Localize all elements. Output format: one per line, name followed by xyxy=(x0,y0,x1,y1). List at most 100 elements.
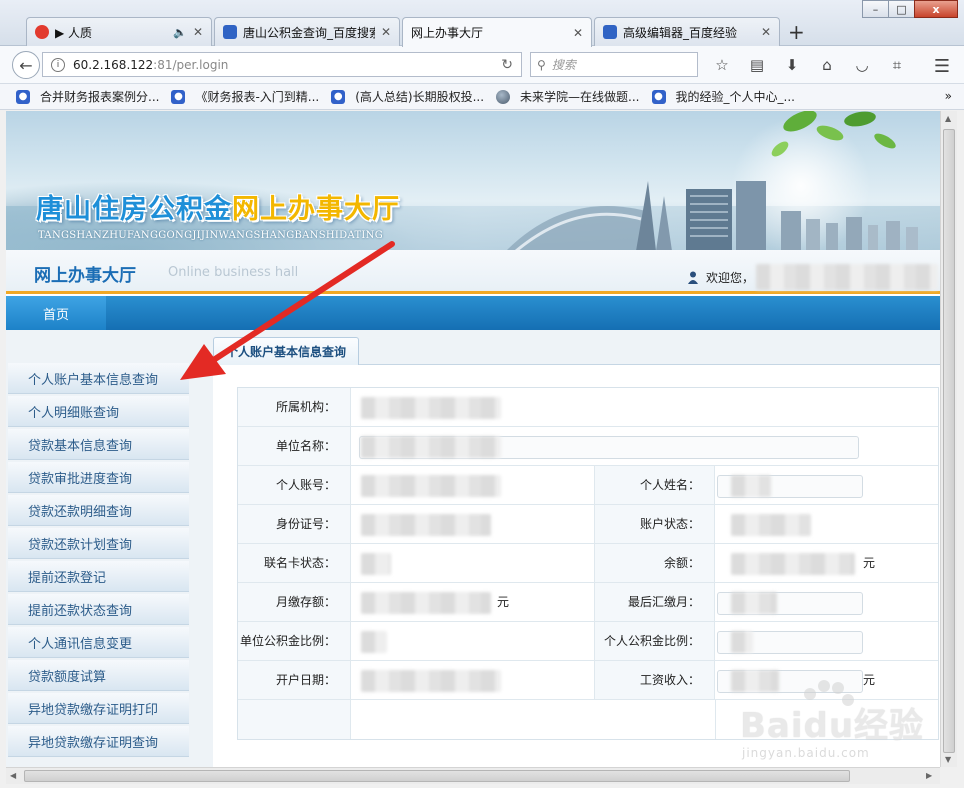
tab-account-info[interactable]: 个人账户基本信息查询 xyxy=(213,337,360,366)
form-row: 单位公积金比例： 个人公积金比例： xyxy=(238,622,938,661)
bookmark-label: 《财务报表-入门到精... xyxy=(195,90,320,104)
hall-english-title: Online business hall xyxy=(168,265,299,280)
paw-icon xyxy=(223,25,237,39)
form-row: 所属机构： xyxy=(238,388,938,427)
watermark-url: jingyan.baidu.com xyxy=(742,746,870,760)
close-icon[interactable]: ✕ xyxy=(761,25,771,39)
sidebar-item-loan-info[interactable]: 贷款基本信息查询 xyxy=(8,429,189,460)
scroll-right-icon[interactable]: ▶ xyxy=(926,771,932,780)
tab-label: ▶ 人质 xyxy=(55,25,93,40)
tab-label: 高级编辑器_百度经验 xyxy=(623,25,738,40)
value-open-date xyxy=(351,661,595,699)
paw-icon: ● xyxy=(331,89,346,104)
label-name: 个人姓名： xyxy=(595,466,715,504)
sidebar-item-loan-calculator[interactable]: 贷款额度试算 xyxy=(8,660,189,691)
new-tab-button[interactable]: + xyxy=(788,20,805,44)
horizontal-scroll-thumb[interactable] xyxy=(24,770,850,782)
toolbar-icons: ☆ ▤ ⬇ ⌂ ◡ ⌗ xyxy=(708,54,918,76)
scroll-down-icon[interactable]: ▼ xyxy=(945,755,951,764)
sidebar-item-repayment-plan[interactable]: 贷款还款计划查询 xyxy=(8,528,189,559)
banner-title-highlight: 网上办事大厅 xyxy=(232,194,400,225)
close-window-button[interactable]: x xyxy=(914,0,958,18)
crop-icon[interactable]: ⌗ xyxy=(883,54,911,76)
star-bookmark-icon[interactable]: ☆ xyxy=(708,54,736,76)
close-icon[interactable]: ✕ xyxy=(193,25,203,39)
bookmark-item[interactable]: ● 我的经验_个人中心_... xyxy=(651,88,795,105)
paw-icon: ● xyxy=(171,89,186,104)
label-monthly: 月缴存额： xyxy=(238,583,351,621)
label-salary: 工资收入： xyxy=(595,661,715,699)
sidebar-item-contact-change[interactable]: 个人通讯信息变更 xyxy=(8,627,189,658)
redacted-value xyxy=(361,670,501,692)
redacted-value xyxy=(361,475,501,497)
bookmark-label: 未来学院—在线做题... xyxy=(520,90,640,104)
label-open-date: 开户日期： xyxy=(238,661,351,699)
vertical-scroll-thumb[interactable] xyxy=(943,129,955,753)
url-host: 60.2.168.122 xyxy=(73,57,154,72)
welcome-text: 欢迎您， xyxy=(706,270,755,285)
value-personal-ratio xyxy=(715,622,938,660)
close-icon[interactable]: ✕ xyxy=(381,25,391,39)
hamburger-menu-icon[interactable]: ☰ xyxy=(934,56,950,77)
bookmarks-overflow-button[interactable]: » xyxy=(945,89,952,103)
sidebar-item-remote-proof-print[interactable]: 异地贷款缴存证明打印 xyxy=(8,693,189,724)
maximize-button[interactable]: □ xyxy=(888,0,915,18)
search-input[interactable] xyxy=(551,57,682,72)
sidebar-item-loan-approval[interactable]: 贷款审批进度查询 xyxy=(8,462,189,493)
sidebar-item-account-info[interactable]: 个人账户基本信息查询 xyxy=(8,363,189,394)
value-company xyxy=(351,427,938,465)
nav-home-tab[interactable]: 首页 xyxy=(6,296,106,330)
back-button[interactable]: ← xyxy=(12,51,40,79)
bookmark-item[interactable]: ● (高人总结)长期股权投... xyxy=(331,88,484,105)
value-balance: 元 xyxy=(715,544,938,582)
url-path: :81/per.login xyxy=(153,57,229,72)
paw-icon xyxy=(603,25,617,39)
minimize-button[interactable]: – xyxy=(862,0,889,18)
bookmark-item[interactable]: 未来学院—在线做题... xyxy=(496,88,640,105)
sidebar-item-ledger[interactable]: 个人明细账查询 xyxy=(8,396,189,427)
window-controls: – □ x xyxy=(862,0,958,18)
redacted-value xyxy=(731,553,855,575)
address-bar[interactable]: i 60.2.168.122:81/per.login ↻ xyxy=(42,52,522,77)
speaker-icon[interactable]: 🔈 xyxy=(173,26,187,39)
vertical-scrollbar[interactable]: ▲ ▼ xyxy=(940,111,957,767)
download-icon[interactable]: ⬇ xyxy=(778,54,806,76)
redacted-value xyxy=(361,397,501,419)
browser-tab-bar: ▶ 人质 🔈 ✕ 唐山公积金查询_百度搜索 ✕ 网上办事大厅 ✕ 高级编辑器_百… xyxy=(0,0,964,47)
browser-tab-active[interactable]: 网上办事大厅 ✕ xyxy=(402,17,592,47)
browser-nav-bar: ← i 60.2.168.122:81/per.login ↻ ⚲ ☆ ▤ ⬇ … xyxy=(0,46,964,84)
label-org: 所属机构： xyxy=(238,388,351,426)
tab-label: 唐山公积金查询_百度搜索 xyxy=(243,25,375,40)
value-card-status xyxy=(351,544,595,582)
bookmark-item[interactable]: ● 合并财务报表案例分... xyxy=(16,88,159,105)
pocket-icon[interactable]: ◡ xyxy=(848,54,876,76)
scroll-left-icon[interactable]: ◀ xyxy=(10,771,16,780)
reload-icon[interactable]: ↻ xyxy=(501,57,513,73)
label-last-month: 最后汇缴月： xyxy=(595,583,715,621)
sidebar-item-repayment-detail[interactable]: 贷款还款明细查询 xyxy=(8,495,189,526)
sidebar-item-remote-proof-query[interactable]: 异地贷款缴存证明查询 xyxy=(8,726,189,757)
search-box[interactable]: ⚲ xyxy=(530,52,698,77)
hall-title: 网上办事大厅 xyxy=(34,266,136,286)
scroll-up-icon[interactable]: ▲ xyxy=(945,114,951,123)
label-personal-ratio: 个人公积金比例： xyxy=(595,622,715,660)
home-icon[interactable]: ⌂ xyxy=(813,54,841,76)
globe-icon xyxy=(496,89,511,104)
label-card-status: 联名卡状态： xyxy=(238,544,351,582)
sidebar-item-prepay-status[interactable]: 提前还款状态查询 xyxy=(8,594,189,625)
close-icon[interactable]: ✕ xyxy=(573,26,583,40)
redacted-value xyxy=(731,514,811,536)
reading-list-icon[interactable]: ▤ xyxy=(743,54,771,76)
user-icon xyxy=(688,271,698,284)
browser-tab[interactable]: ▶ 人质 🔈 ✕ xyxy=(26,17,212,46)
welcome-user: 欢迎您， xyxy=(688,264,939,290)
url-text[interactable]: 60.2.168.122:81/per.login xyxy=(73,58,493,72)
form-row: 单位名称： xyxy=(238,427,938,466)
info-icon[interactable]: i xyxy=(51,57,65,72)
browser-tab[interactable]: 唐山公积金查询_百度搜索 ✕ xyxy=(214,17,400,46)
browser-tab[interactable]: 高级编辑器_百度经验 ✕ xyxy=(594,17,780,46)
bookmark-item[interactable]: ● 《财务报表-入门到精... xyxy=(171,88,319,105)
paw-icon: ● xyxy=(16,89,30,104)
banner-title-main: 唐山住房公积金 xyxy=(36,194,232,225)
sidebar-item-prepay-register[interactable]: 提前还款登记 xyxy=(8,561,189,592)
